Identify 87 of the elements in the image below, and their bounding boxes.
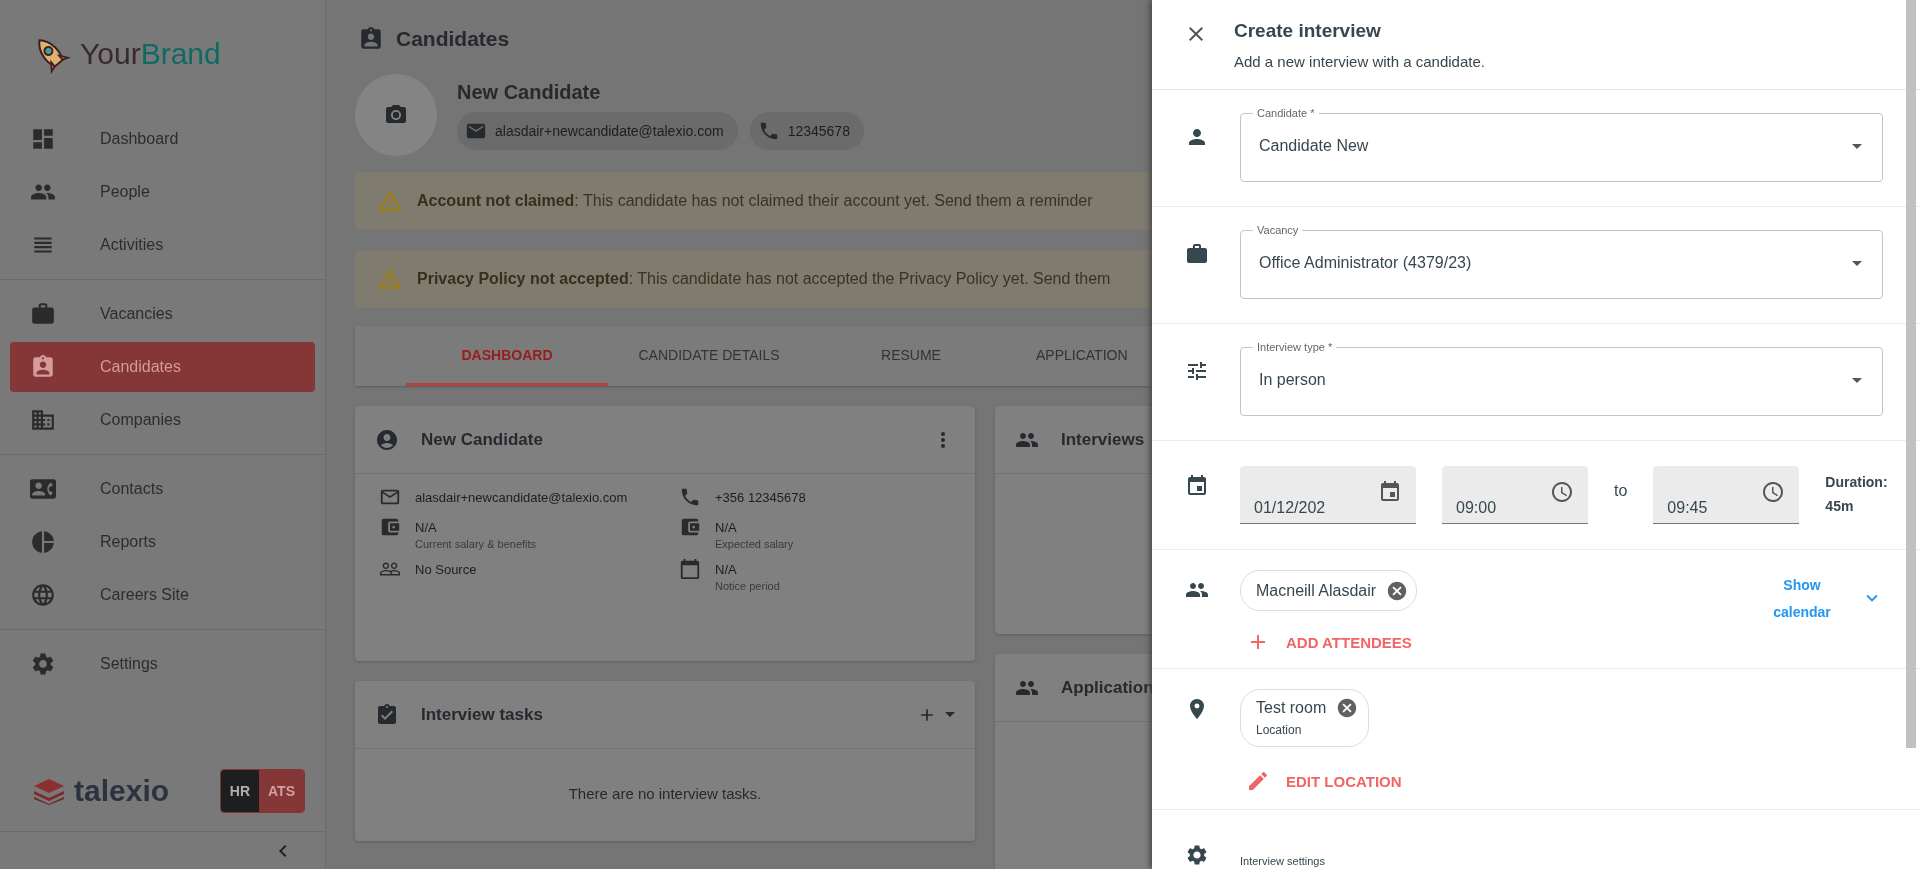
edit-location-button[interactable]: EDIT LOCATION bbox=[1240, 769, 1402, 793]
scrollbar-thumb[interactable] bbox=[1906, 0, 1916, 748]
time-field[interactable]: 09:45 bbox=[1653, 466, 1800, 524]
contact-phone-icon bbox=[30, 476, 56, 502]
duration-text: Duration: 45m bbox=[1825, 473, 1888, 516]
mode-option[interactable]: ATS bbox=[259, 770, 304, 812]
calendar-icon bbox=[1378, 479, 1402, 504]
wallet-icon bbox=[679, 516, 701, 538]
tab[interactable]: CANDIDATE DETAILS bbox=[608, 326, 810, 386]
card-title: Interview tasks bbox=[421, 704, 544, 725]
candidate-name: New Candidate bbox=[457, 80, 602, 104]
clock-icon bbox=[1761, 479, 1786, 504]
add-attendees-button[interactable]: ADD ATTENDEES bbox=[1240, 630, 1412, 654]
info-caption: Notice period bbox=[715, 580, 780, 592]
select-field[interactable]: Candidate * Candidate New bbox=[1240, 107, 1883, 182]
mode-toggle[interactable]: HR ATS bbox=[219, 769, 305, 813]
sidebar-item[interactable]: Settings bbox=[10, 639, 315, 689]
pie-chart-icon bbox=[30, 529, 56, 555]
location-chip: Test room Location bbox=[1240, 689, 1370, 747]
sidebar-item[interactable]: Dashboard bbox=[10, 114, 315, 164]
sidebar-item[interactable]: Candidates bbox=[10, 342, 315, 392]
clock-icon bbox=[1550, 479, 1574, 504]
sidebar-item[interactable]: Careers Site bbox=[10, 570, 315, 620]
globe-icon bbox=[30, 582, 56, 608]
warning-icon bbox=[377, 266, 403, 292]
briefcase-icon bbox=[1185, 242, 1209, 266]
settings-label: Interview settings bbox=[1240, 855, 1325, 867]
brand-name: YourBrand bbox=[80, 36, 221, 71]
contact-card-icon bbox=[358, 26, 384, 52]
calendar-icon bbox=[1185, 474, 1209, 498]
warning-text: Privacy Policy not accepted: This candidate has not accepted the Privacy Policy yet. Send them bbox=[417, 270, 1111, 288]
range-separator: to bbox=[1614, 482, 1628, 500]
sidebar-item[interactable]: Activities bbox=[10, 220, 315, 270]
tab[interactable]: APPLICATION bbox=[1012, 326, 1152, 386]
wallet-icon bbox=[379, 516, 401, 538]
drawer-subtitle: Add a new interview with a candidate. bbox=[1234, 53, 1485, 70]
sidebar-item[interactable]: Reports bbox=[10, 517, 315, 567]
empty-message: There are no interview tasks. bbox=[567, 784, 763, 802]
info-value: +356 12345678 bbox=[715, 490, 806, 505]
remove-icon[interactable] bbox=[1336, 697, 1359, 719]
info-caption: Expected salary bbox=[715, 538, 794, 550]
tab[interactable]: DASHBOARD bbox=[406, 326, 608, 386]
caret-icon bbox=[945, 712, 955, 717]
settings-icon bbox=[1185, 843, 1209, 867]
phone-chip: 12345678 bbox=[749, 111, 864, 150]
info-value: No Source bbox=[415, 562, 477, 577]
settings-icon bbox=[30, 651, 56, 677]
email-chip: alasdair+newcandidate@talexio.com bbox=[457, 111, 738, 150]
sidebar-item[interactable]: People bbox=[10, 167, 315, 217]
time-field[interactable]: 09:00 bbox=[1442, 466, 1588, 524]
phone-icon bbox=[679, 486, 701, 508]
select-field[interactable]: Interview type * In person bbox=[1240, 341, 1883, 416]
date-field[interactable]: 01/12/202 bbox=[1240, 466, 1416, 524]
info-value: N/A bbox=[715, 520, 738, 535]
select-field[interactable]: Vacancy Office Administrator (4379/23) bbox=[1240, 224, 1883, 299]
info-value: N/A bbox=[715, 562, 738, 577]
pencil-icon bbox=[1246, 769, 1270, 793]
show-calendar-link[interactable]: Show calendar bbox=[1757, 572, 1847, 626]
layers-logo-icon bbox=[32, 777, 66, 805]
dashboard-icon bbox=[30, 126, 56, 152]
attendee-chip: Macneill Alasdair bbox=[1240, 570, 1418, 611]
building-icon bbox=[30, 407, 56, 433]
info-caption: Current salary & benefits bbox=[415, 538, 537, 550]
warning-icon bbox=[377, 188, 403, 214]
card-title: Application bbox=[1061, 677, 1152, 698]
caret-icon bbox=[1852, 260, 1862, 266]
clipboard-check-icon bbox=[375, 702, 399, 727]
remove-icon[interactable] bbox=[1386, 579, 1409, 602]
info-value: alasdair+newcandidate@talexio.com bbox=[415, 490, 628, 505]
card-title: New Candidate bbox=[421, 429, 544, 450]
sidebar-item[interactable]: Vacancies bbox=[10, 289, 315, 339]
footer-logo-text: talexio bbox=[74, 774, 170, 808]
page-title: Candidates bbox=[396, 27, 510, 51]
sidebar-item[interactable]: Contacts bbox=[10, 464, 315, 514]
caret-icon bbox=[1852, 377, 1862, 383]
warning-text: Account not claimed: This candidate has not claimed their account yet. Send them a reminder bbox=[417, 192, 1093, 210]
mode-option[interactable]: HR bbox=[220, 770, 260, 812]
sliders-icon bbox=[1185, 359, 1209, 383]
tab[interactable]: RESUME bbox=[810, 326, 1012, 386]
card-title: Interviews bbox=[1061, 429, 1146, 450]
info-value: N/A bbox=[415, 520, 438, 535]
calendar-icon bbox=[679, 558, 701, 580]
drawer-title: Create interview bbox=[1234, 20, 1382, 42]
caret-icon bbox=[1852, 143, 1862, 149]
briefcase-icon bbox=[30, 301, 56, 327]
sidebar-item[interactable]: Companies bbox=[10, 395, 315, 445]
contact-card-icon bbox=[30, 354, 56, 380]
